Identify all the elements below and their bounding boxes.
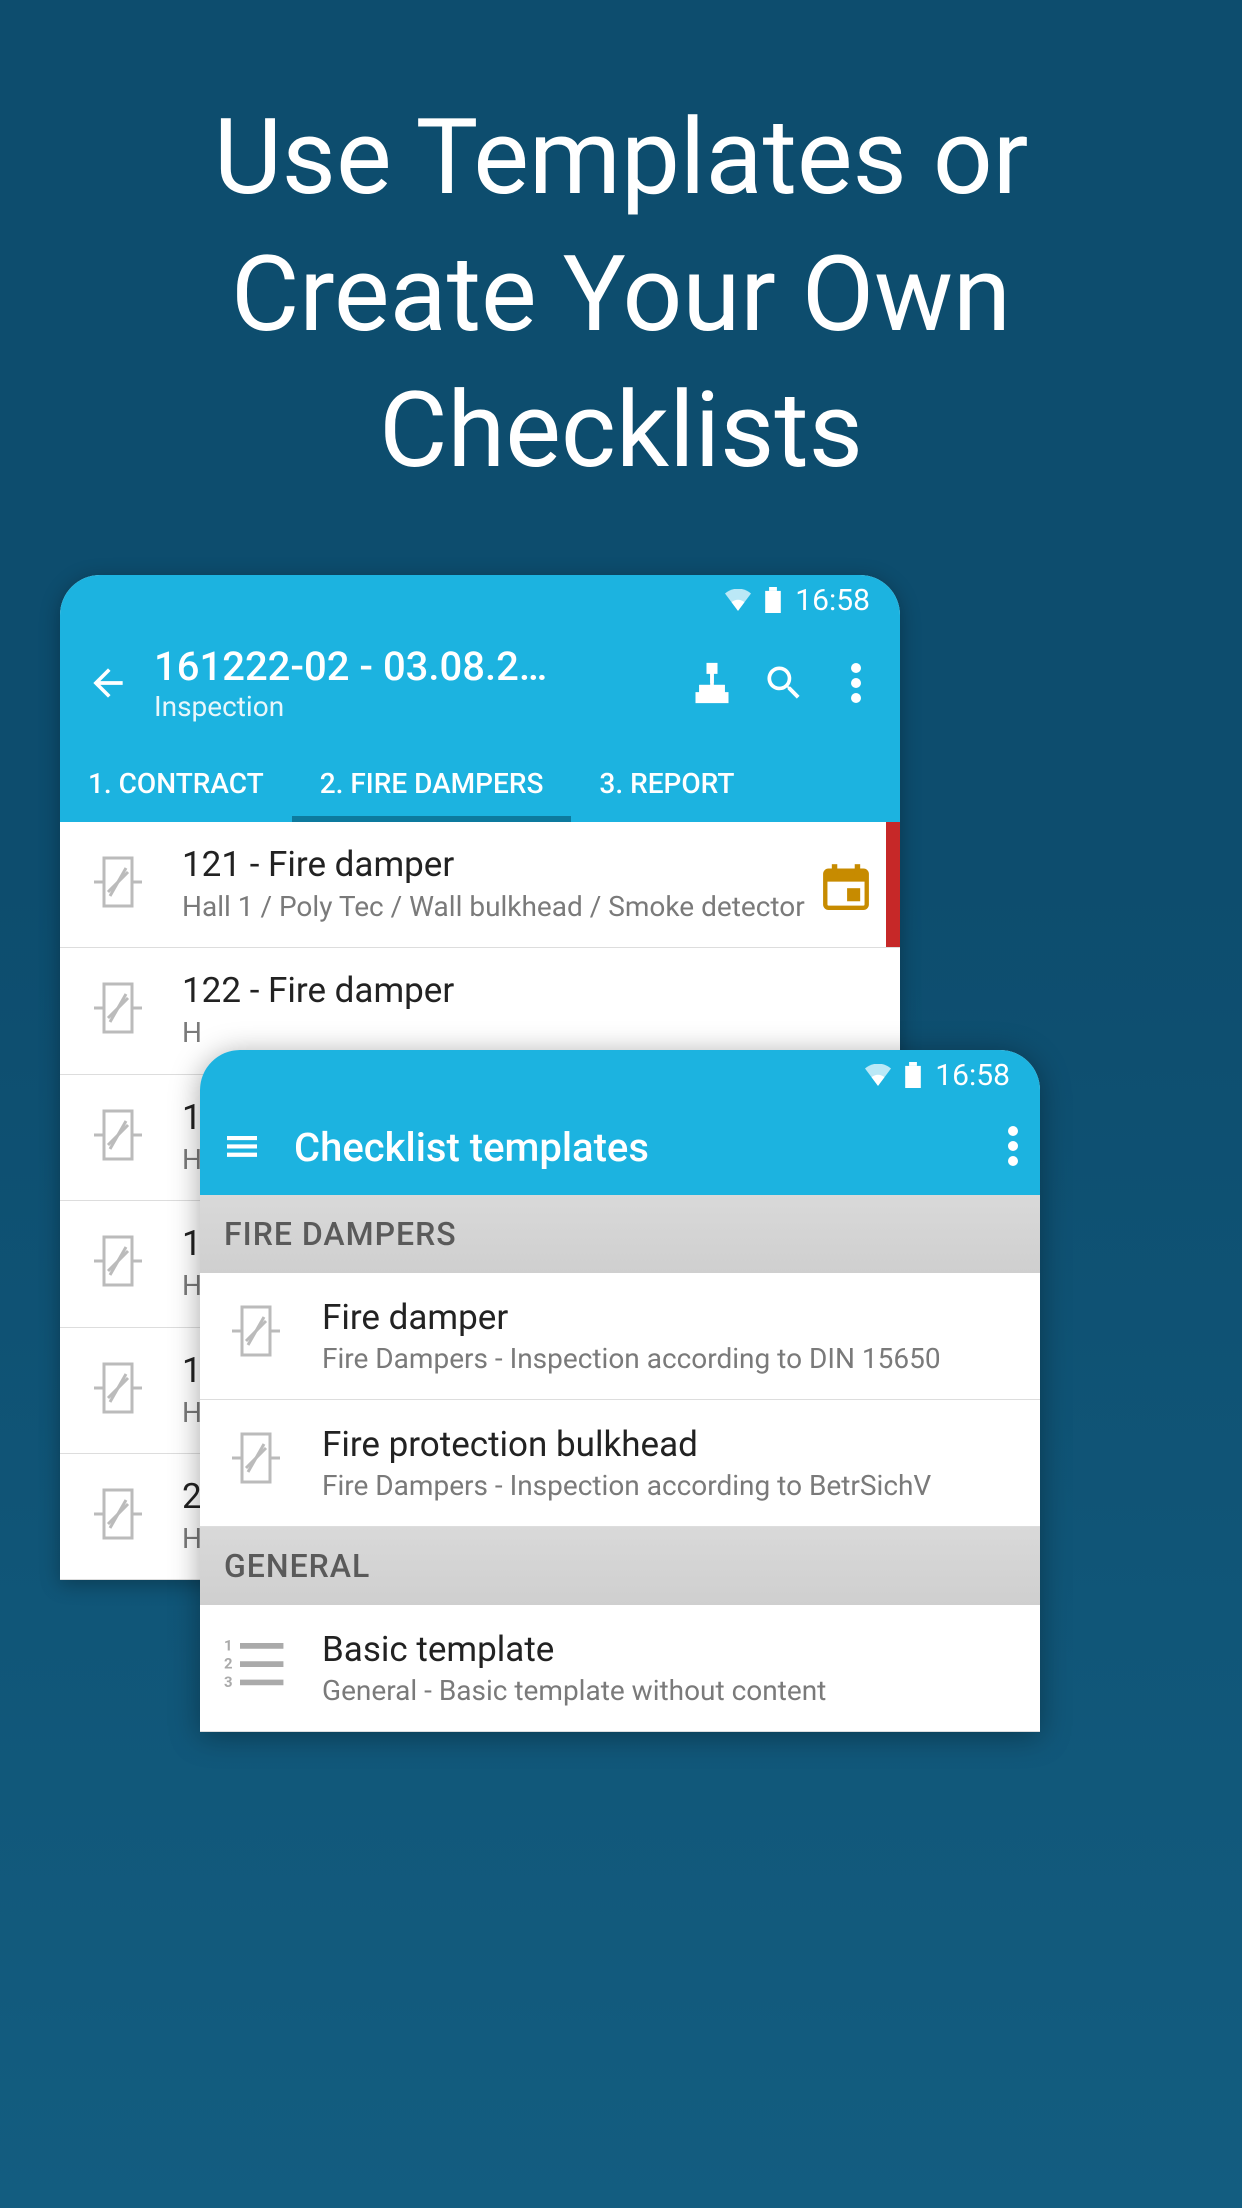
template-title: Fire damper: [322, 1297, 1016, 1338]
item-subtitle: Hall 1 / Poly Tec / Wall bulkhead / Smok…: [182, 889, 820, 925]
template-item[interactable]: Fire damper Fire Dampers - Inspection ac…: [200, 1273, 1040, 1400]
page-title: 161222-02 - 03.08.2…: [154, 643, 664, 690]
wifi-icon: [865, 1064, 891, 1086]
tab-contract[interactable]: 1. CONTRACT: [60, 745, 292, 822]
template-item[interactable]: Fire protection bulkhead Fire Dampers - …: [200, 1400, 1040, 1527]
sitemap-icon[interactable]: [688, 659, 736, 707]
more-icon[interactable]: [1008, 1126, 1018, 1170]
template-item[interactable]: Basic template General - Basic template …: [200, 1605, 1040, 1732]
wifi-icon: [725, 589, 751, 611]
template-title: Fire protection bulkhead: [322, 1424, 1016, 1465]
page-subtitle: Inspection: [154, 690, 664, 723]
damper-icon: [80, 844, 156, 920]
app-bar: Checklist templates: [200, 1100, 1040, 1195]
section-header: GENERAL: [200, 1527, 1040, 1605]
list-icon: [224, 1633, 294, 1703]
template-subtitle: Fire Dampers - Inspection according to D…: [322, 1342, 1016, 1375]
app-bar: 161222-02 - 03.08.2… Inspection: [60, 625, 900, 745]
damper-icon: [80, 1350, 156, 1426]
back-icon[interactable]: [86, 661, 130, 705]
tabs: 1. CONTRACT 2. FIRE DAMPERS 3. REPORT: [60, 745, 900, 822]
status-bar: 16:58: [60, 575, 900, 625]
damper-icon: [224, 1301, 294, 1371]
item-subtitle: H: [182, 1015, 820, 1051]
calendar-icon[interactable]: [822, 862, 870, 910]
battery-icon: [905, 1062, 921, 1088]
template-subtitle: General - Basic template without content: [322, 1674, 1016, 1707]
status-time: 16:58: [795, 583, 870, 618]
damper-icon: [80, 970, 156, 1046]
battery-icon: [765, 587, 781, 613]
damper-icon: [80, 1223, 156, 1299]
list-item[interactable]: 121 - Fire damper Hall 1 / Poly Tec / Wa…: [60, 822, 900, 948]
templates-screen: 16:58 Checklist templates FIRE DAMPERS F…: [200, 1050, 1040, 1732]
menu-icon[interactable]: [222, 1126, 266, 1170]
status-time: 16:58: [935, 1058, 1010, 1093]
section-header: FIRE DAMPERS: [200, 1195, 1040, 1273]
damper-icon: [224, 1428, 294, 1498]
headline: Use Templates or Create Your Own Checkli…: [0, 0, 1242, 500]
tab-fire-dampers[interactable]: 2. FIRE DAMPERS: [292, 745, 572, 822]
page-title: Checklist templates: [294, 1124, 980, 1171]
search-icon[interactable]: [760, 659, 808, 707]
item-title: 122 - Fire damper: [182, 970, 820, 1011]
tab-report[interactable]: 3. REPORT: [571, 745, 762, 822]
status-stripe: [886, 822, 900, 947]
template-title: Basic template: [322, 1629, 1016, 1670]
item-title: 121 - Fire damper: [182, 844, 820, 885]
damper-icon: [80, 1097, 156, 1173]
more-icon[interactable]: [832, 659, 880, 707]
status-bar: 16:58: [200, 1050, 1040, 1100]
damper-icon: [80, 1476, 156, 1552]
template-subtitle: Fire Dampers - Inspection according to B…: [322, 1469, 1016, 1502]
